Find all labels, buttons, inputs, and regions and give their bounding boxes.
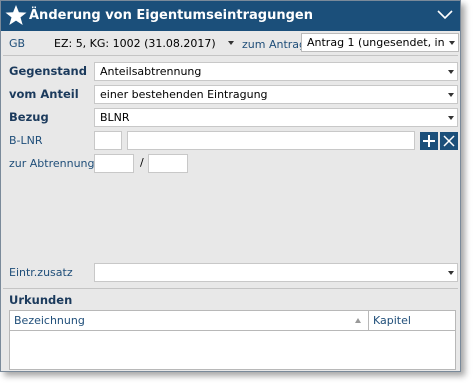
urkunden-title: Urkunden (9, 293, 73, 307)
chevron-down-icon[interactable] (436, 7, 454, 23)
bezug-label: Bezug (9, 110, 49, 124)
chevron-down-icon (448, 271, 454, 275)
vom-anteil-label: vom Anteil (9, 87, 79, 101)
eintr-zusatz-select[interactable] (94, 263, 458, 282)
gb-label: GB (9, 37, 26, 50)
chevron-down-icon (228, 41, 234, 45)
title-bar: Änderung von Eigentumseintragungen (1, 1, 460, 31)
plus-icon[interactable] (420, 132, 438, 150)
eintr-zusatz-label: Eintr.zusatz (9, 266, 73, 279)
antrag-select[interactable]: Antrag 1 (ungesendet, in Arbe (301, 33, 459, 52)
gegenstand-label: Gegenstand (9, 64, 87, 78)
gegenstand-value: Anteilsabtrennung (100, 65, 202, 78)
bezug-value: BLNR (100, 111, 130, 124)
window-title: Änderung von Eigentumseintragungen (29, 8, 313, 23)
separator-top (3, 55, 458, 56)
vom-anteil-value: einer bestehenden Eintragung (100, 88, 268, 101)
dialog-window: Änderung von Eigentumseintragungen GB EZ… (0, 0, 461, 372)
blnr-small-input[interactable] (94, 131, 122, 150)
fraction-separator: / (140, 156, 144, 169)
abtrennung-numerator-input[interactable] (94, 154, 134, 173)
close-icon[interactable] (440, 132, 458, 150)
chevron-down-icon (448, 70, 454, 74)
sort-icon (355, 318, 361, 323)
bezug-select[interactable]: BLNR (94, 108, 458, 127)
abtrennung-denominator-input[interactable] (148, 154, 188, 173)
gb-value: EZ: 5, KG: 1002 (31.08.2017) (54, 37, 216, 50)
vom-anteil-select[interactable]: einer bestehenden Eintragung (94, 85, 458, 104)
chevron-down-icon (449, 41, 455, 45)
chevron-down-icon (448, 93, 454, 97)
blnr-large-input[interactable] (127, 131, 415, 150)
separator-bottom (3, 288, 458, 289)
gb-select[interactable]: EZ: 5, KG: 1002 (31.08.2017) (54, 34, 237, 53)
gegenstand-select[interactable]: Anteilsabtrennung (94, 62, 458, 81)
blnr-label: B-LNR (9, 134, 43, 147)
urkunden-table: Bezeichnung Kapitel (9, 310, 456, 370)
chevron-down-icon (448, 116, 454, 120)
column-header-bezeichnung[interactable]: Bezeichnung (10, 311, 369, 331)
antrag-value: Antrag 1 (ungesendet, in Arbe (307, 36, 459, 49)
antrag-label: zum Antrag (242, 38, 307, 51)
abtrennung-label: zur Abtrennung (9, 157, 95, 170)
star-icon (3, 2, 29, 29)
column-header-kapitel[interactable]: Kapitel (369, 311, 455, 331)
